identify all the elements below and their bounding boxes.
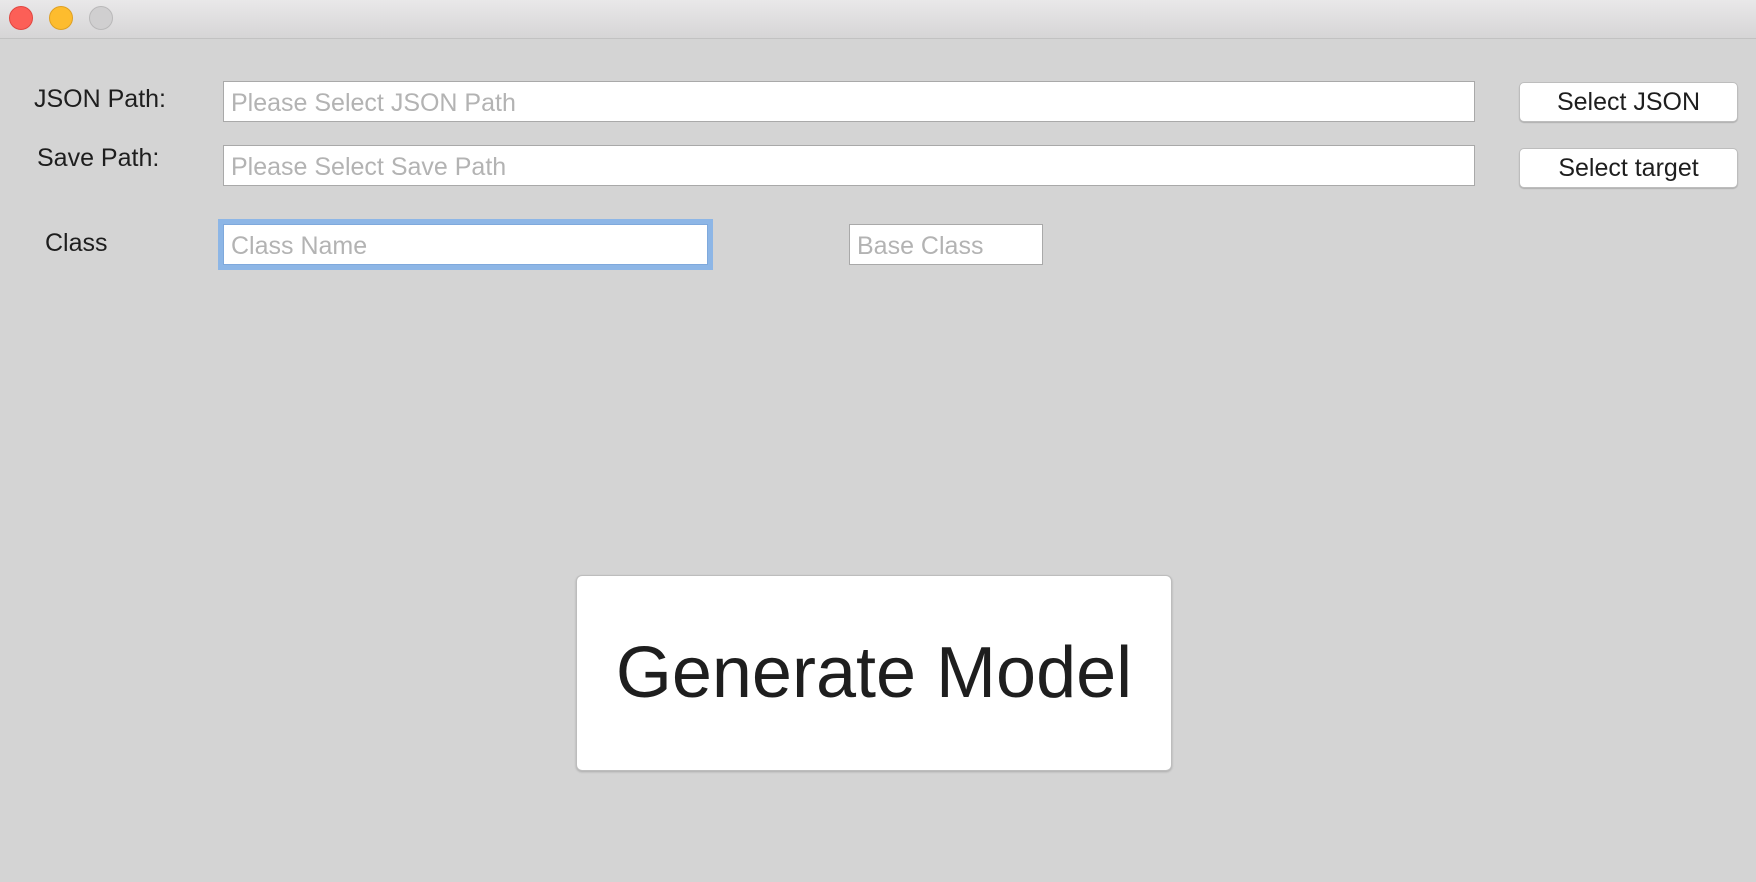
json-path-input[interactable] xyxy=(223,81,1475,122)
app-window: JSON Path: Select JSON Save Path: Select… xyxy=(0,0,1756,882)
title-bar[interactable] xyxy=(0,0,1756,39)
select-target-button[interactable]: Select target xyxy=(1519,148,1738,188)
maximize-icon[interactable] xyxy=(89,6,113,30)
minimize-icon[interactable] xyxy=(49,6,73,30)
json-path-label: JSON Path: xyxy=(34,85,166,113)
select-json-button[interactable]: Select JSON xyxy=(1519,82,1738,122)
generate-model-button[interactable]: Generate Model xyxy=(576,575,1172,771)
save-path-label: Save Path: xyxy=(37,144,160,172)
save-path-input[interactable] xyxy=(223,145,1475,186)
close-icon[interactable] xyxy=(9,6,33,30)
base-class-input[interactable] xyxy=(849,224,1043,265)
class-name-input[interactable] xyxy=(223,224,708,265)
class-label: Class xyxy=(45,229,108,257)
